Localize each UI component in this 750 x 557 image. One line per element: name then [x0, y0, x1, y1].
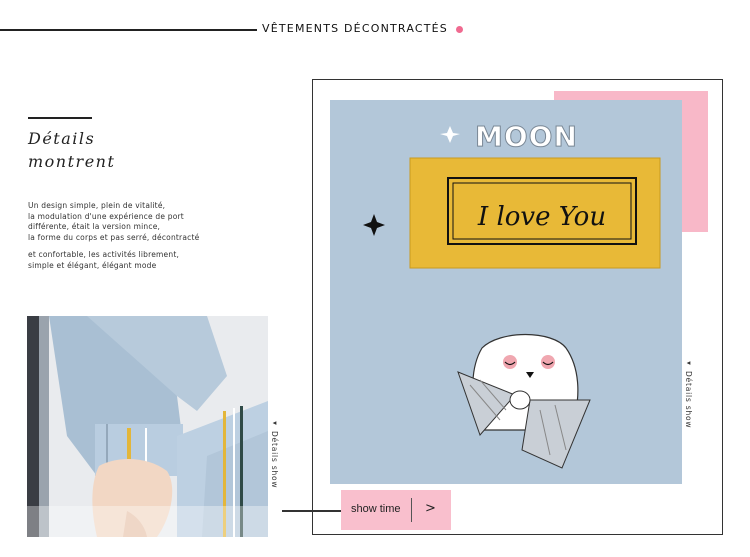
details-title-line2: montrent: [28, 152, 116, 171]
description-line: la modulation d'une expérience de port: [28, 211, 184, 221]
show-time-button[interactable]: show time >: [341, 490, 451, 530]
description-paragraph-1: Un design simple, plein de vitalité, la …: [28, 201, 199, 243]
sleeve-detail-photo: [27, 316, 268, 537]
accent-dot: [456, 26, 463, 33]
description-line: la forme du corps et pas serré, décontra…: [28, 232, 200, 242]
description-line: simple et élégant, élégant mode: [28, 260, 157, 270]
moon-word: MOON: [475, 120, 578, 153]
section-title: VÊTEMENTS DÉCONTRACTÉS: [262, 22, 448, 35]
button-divider: [411, 498, 412, 522]
details-show-label: ◂ Détails show: [684, 358, 693, 429]
description-line: différente, était la version mince,: [28, 222, 161, 231]
show-time-label: show time: [351, 503, 401, 515]
sleeve-detail-illustration: [27, 316, 268, 537]
details-title: Détails montrent: [28, 127, 115, 173]
chevron-right-icon: >: [425, 501, 436, 516]
details-show-label: ◂ Détails show: [270, 418, 279, 489]
details-rule: [28, 117, 92, 119]
details-title-line1: Détails: [28, 129, 96, 148]
description-line: Un design simple, plein de vitalité,: [28, 201, 166, 210]
header-rule: [0, 29, 257, 31]
patch-label: I love You: [477, 202, 606, 232]
patch-detail-illustration: MOON I love You: [330, 100, 682, 484]
description-line: et confortable, les activités librement,: [28, 250, 180, 259]
patch-detail-photo: MOON I love You: [330, 100, 682, 484]
button-connector-line: [282, 510, 343, 512]
description-paragraph-2: et confortable, les activités librement,…: [28, 250, 179, 271]
